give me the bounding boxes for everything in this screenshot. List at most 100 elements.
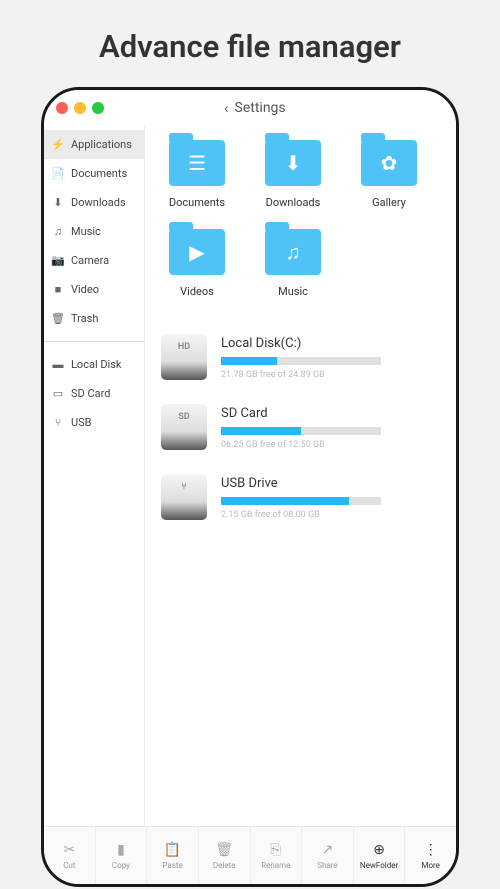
window-controls	[56, 102, 104, 114]
tool-label: Copy	[112, 861, 130, 870]
folder-downloads[interactable]: ⬇ Downloads	[257, 140, 329, 209]
tool-newfolder[interactable]: ⊕ NewFolder	[354, 827, 406, 884]
bottom-toolbar: ✂Cut ▮ Copy 📋 Paste 🗑Delete ⎘ Rename ↗ Share ⊕ NewF…	[44, 826, 456, 884]
folder-label: Gallery	[372, 196, 406, 209]
back-button[interactable]: ‹ Settings	[224, 99, 286, 117]
folder-label: Downloads	[266, 196, 321, 209]
sidebar-icon: ⚡	[52, 138, 64, 151]
folder-icon: ☰	[169, 140, 225, 186]
folder-icon: ⬇	[265, 140, 321, 186]
sidebar-icon: ▬	[52, 358, 64, 371]
sidebar-icon: ■	[52, 283, 64, 296]
tool-paste[interactable]: 📋 Paste	[147, 827, 199, 884]
sidebar: ⚡ Applications 📄 Documents ⬇ Downloads ♫ Music 📷…	[44, 126, 145, 826]
sidebar-item-applications[interactable]: ⚡ Applications	[44, 130, 144, 159]
folder-icon: ♫	[265, 229, 321, 275]
sidebar-item-camera[interactable]: 📷 Camera	[44, 246, 144, 275]
copy-icon: ▮	[117, 842, 125, 858]
sidebar-icon: ♫	[52, 225, 64, 238]
minimize-icon[interactable]	[74, 102, 86, 114]
drive-usb-drive[interactable]: ⑂USB Drive2.15 GB free of 08.00 GB	[161, 474, 446, 520]
tool-label: NewFolder	[360, 861, 398, 870]
drive-list: HD Local Disk(C:)21.78 GB free of 24.89 G…	[155, 334, 446, 520]
sidebar-item-downloads[interactable]: ⬇ Downloads	[44, 188, 144, 217]
back-label: Settings	[235, 100, 286, 116]
sidebar-item-label: Video	[71, 283, 99, 296]
close-icon[interactable]	[56, 102, 68, 114]
drive-name: SD Card	[221, 406, 446, 421]
sidebar-item-label: Music	[71, 225, 101, 238]
sidebar-item-documents[interactable]: 📄 Documents	[44, 159, 144, 188]
drive-local-disk-c-[interactable]: HD Local Disk(C:)21.78 GB free of 24.89 G…	[161, 334, 446, 380]
folder-label: Music	[278, 285, 308, 298]
paste-icon: 📋	[164, 842, 181, 858]
folder-documents[interactable]: ☰ Documents	[161, 140, 233, 209]
drive-sd-card[interactable]: SD SD Card 06.25 GB free of 12.50 GB	[161, 404, 446, 450]
folder-glyph-icon: ♫	[265, 229, 321, 275]
sidebar-icon: 📷	[52, 254, 64, 267]
sidebar-item-label: Camera	[71, 254, 109, 267]
sidebar-icon: 📄	[52, 167, 64, 180]
sidebar-item-label: USB	[71, 416, 92, 429]
sidebar-divider	[44, 341, 144, 342]
tool-more[interactable]: ⋮ More	[405, 827, 456, 884]
drive-name: USB Drive	[221, 476, 446, 491]
folder-grid: ☰ Documents ⬇ Downloads ✿ Gallery ▶Videos ♫ Musi…	[155, 140, 446, 298]
folder-label: Documents	[169, 196, 225, 209]
sidebar-item-video[interactable]: ■ Video	[44, 275, 144, 304]
sidebar-item-sd-card[interactable]: ▭ SD Card	[44, 379, 144, 408]
folder-videos[interactable]: ▶Videos	[161, 229, 233, 298]
sidebar-item-label: Applications	[71, 138, 132, 151]
page-title: Advance file manager	[0, 0, 500, 87]
sidebar-item-label: Trash	[71, 312, 98, 325]
tool-copy[interactable]: ▮ Copy	[96, 827, 148, 884]
share-icon: ↗	[322, 842, 334, 858]
rename-icon: ⎘	[270, 842, 281, 858]
sidebar-item-label: Downloads	[71, 196, 126, 209]
drive-icon: SD	[161, 404, 207, 450]
sidebar-item-trash[interactable]: 🗑 Trash	[44, 304, 144, 333]
folder-glyph-icon: ☰	[169, 140, 225, 186]
tool-label: Share	[317, 861, 337, 870]
tool-delete[interactable]: 🗑Delete	[199, 827, 251, 884]
main-panel: ☰ Documents ⬇ Downloads ✿ Gallery ▶Videos ♫ Musi…	[145, 126, 456, 826]
sidebar-item-label: SD Card	[71, 387, 110, 400]
chevron-left-icon: ‹	[224, 99, 229, 117]
folder-music[interactable]: ♫ Music	[257, 229, 329, 298]
sidebar-item-music[interactable]: ♫ Music	[44, 217, 144, 246]
sidebar-icon: ▭	[52, 387, 64, 400]
drive-info: Local Disk(C:)21.78 GB free of 24.89 GB	[221, 334, 446, 380]
sidebar-item-local-disk[interactable]: ▬ Local Disk	[44, 350, 144, 379]
titlebar: ‹ Settings	[44, 90, 456, 126]
newfolder-icon: ⊕	[373, 842, 385, 858]
drive-usage-bar	[221, 357, 381, 365]
drive-info: SD Card 06.25 GB free of 12.50 GB	[221, 404, 446, 450]
sidebar-item-label: Documents	[71, 167, 127, 180]
drive-free-text: 06.25 GB free of 12.50 GB	[221, 440, 446, 450]
tool-label: More	[421, 861, 439, 870]
drive-icon: HD	[161, 334, 207, 380]
zoom-icon[interactable]	[92, 102, 104, 114]
drive-usage-bar	[221, 497, 381, 505]
folder-icon: ✿	[361, 140, 417, 186]
tool-label: Delete	[213, 861, 236, 870]
tool-label: Paste	[162, 861, 182, 870]
tool-cut[interactable]: ✂Cut	[44, 827, 96, 884]
body: ⚡ Applications 📄 Documents ⬇ Downloads ♫ Music 📷…	[44, 126, 456, 826]
drive-info: USB Drive2.15 GB free of 08.00 GB	[221, 474, 446, 520]
tool-label: Rename	[261, 861, 290, 870]
folder-glyph-icon: ✿	[361, 140, 417, 186]
sidebar-item-usb[interactable]: ⑂USB	[44, 408, 144, 437]
tool-rename[interactable]: ⎘ Rename	[251, 827, 303, 884]
tool-share[interactable]: ↗ Share	[302, 827, 354, 884]
drive-name: Local Disk(C:)	[221, 336, 446, 351]
drive-usage-bar	[221, 427, 381, 435]
folder-gallery[interactable]: ✿ Gallery	[353, 140, 425, 209]
sidebar-icon: ⬇	[52, 196, 64, 209]
sidebar-icon: 🗑	[52, 312, 64, 325]
folder-glyph-icon: ⬇	[265, 140, 321, 186]
sidebar-item-label: Local Disk	[71, 358, 122, 371]
more-icon: ⋮	[424, 842, 438, 858]
folder-icon: ▶	[169, 229, 225, 275]
cut-icon: ✂	[63, 842, 75, 858]
